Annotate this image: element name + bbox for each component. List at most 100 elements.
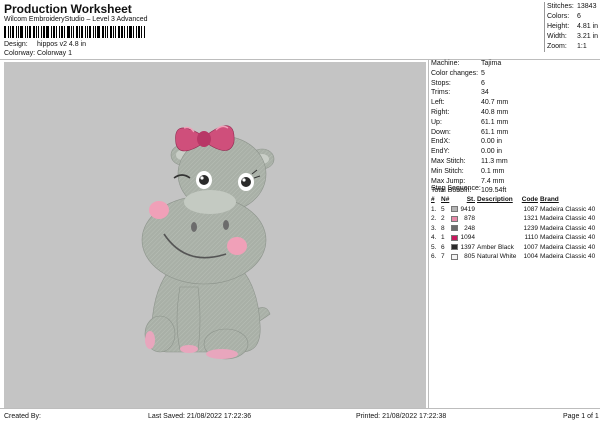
barcode-bar xyxy=(107,26,108,38)
barcode-bar xyxy=(133,26,134,38)
stop-sequence-title: Stop Sequence: xyxy=(431,185,481,192)
created-by: Created By: xyxy=(4,413,41,420)
design-label: Design: xyxy=(4,41,28,48)
design-row: Design: hippos v2 4.8 in xyxy=(4,41,86,48)
barcode-bar xyxy=(110,26,112,38)
machine-row: EndX: 0.00 in xyxy=(431,138,503,146)
stats-panel: Stitches: 13843 Colors: 6 Height: 4.81 in W… xyxy=(544,2,600,52)
machine-row: Trims: 34 xyxy=(431,89,489,97)
stop-sequence-table: # N# St. Description Code Brand 1. 5 9419 1… xyxy=(431,195,600,262)
printed-date: Printed: 21/08/2022 17:22:38 xyxy=(356,413,447,420)
barcode-bar xyxy=(64,26,65,38)
barcode-bar xyxy=(144,26,145,38)
barcode-bar xyxy=(113,26,114,38)
barcode-bar xyxy=(10,26,11,38)
stop-row: 1. 5 9419 1087 Madeira Classic 40 xyxy=(431,205,596,215)
machine-info-panel: Machine: Tajima Color changes: 5 Stops: 6 Trim… xyxy=(431,59,600,196)
color-swatch xyxy=(451,252,460,262)
barcode-bar xyxy=(56,26,57,38)
barcode-bar xyxy=(138,26,140,38)
machine-row: Stops: 6 xyxy=(431,79,485,87)
barcode-bar xyxy=(36,26,37,38)
barcode-bar xyxy=(115,26,116,38)
barcode-bar xyxy=(61,26,63,38)
stop-row: 4. 1 1094 1110 Madeira Classic 40 xyxy=(431,233,596,243)
barcode-bar xyxy=(71,26,72,38)
barcode-bar xyxy=(97,26,100,38)
last-saved: Last Saved: 21/08/2022 17:22:36 xyxy=(148,413,252,420)
stop-row: 3. 8 248 1239 Madeira Classic 40 xyxy=(431,224,596,234)
stats-height: Height: 4.81 in xyxy=(547,23,599,30)
colorway-row: Colorway: Colorway 1 xyxy=(4,50,72,57)
barcode-bar xyxy=(51,26,52,38)
barcode-bar xyxy=(18,26,19,38)
machine-row: Up: 61.1 mm xyxy=(431,118,509,126)
color-swatch xyxy=(451,205,460,215)
machine-row: Right: 40.8 mm xyxy=(431,108,509,116)
stop-sequence-header: # N# St. Description Code Brand xyxy=(431,196,559,203)
barcode-bar xyxy=(85,26,86,38)
barcode-bar xyxy=(79,26,80,38)
machine-row: EndY: 0.00 in xyxy=(431,148,503,156)
machine-row: Left: 40.7 mm xyxy=(431,99,509,107)
barcode-bar xyxy=(4,26,6,38)
barcode-bar xyxy=(43,26,45,38)
color-swatch xyxy=(451,224,460,234)
barcode-bar xyxy=(76,26,78,38)
barcode-bar xyxy=(136,26,137,38)
barcode-bar xyxy=(29,26,31,38)
barcode-bar xyxy=(105,26,106,38)
machine-row: Down: 61.1 mm xyxy=(431,128,509,136)
barcode-bar xyxy=(73,26,74,38)
stats-stitches: Stitches: 13843 xyxy=(547,3,597,10)
design-value: hippos v2 4.8 in xyxy=(37,41,87,48)
barcode-bar xyxy=(12,26,14,38)
barcode-bar xyxy=(16,26,17,38)
stop-row: 2. 2 878 1321 Madeira Classic 40 xyxy=(431,214,596,224)
machine-row: Min Stitch: 0.1 mm xyxy=(431,167,505,175)
barcode-bar xyxy=(53,26,55,38)
barcode-bar xyxy=(33,26,35,38)
barcode-bar xyxy=(95,26,96,38)
stats-zoom: Zoom: 1:1 xyxy=(547,43,587,50)
color-swatch xyxy=(451,214,460,224)
barcode-bar xyxy=(25,26,26,38)
hippo-embroidery-image xyxy=(141,125,275,360)
stop-row: 5. 6 1397 Amber Black 1007 Madeira Classic 40 xyxy=(431,243,596,253)
barcode-bar xyxy=(59,26,60,38)
stats-width: Width: 3.21 in xyxy=(547,33,599,40)
color-swatch xyxy=(451,233,460,243)
page-title: Production Worksheet xyxy=(4,2,132,16)
barcode-bar xyxy=(121,26,123,38)
barcode-bar xyxy=(127,26,128,38)
barcode-bar xyxy=(81,26,83,38)
barcode-bar xyxy=(141,26,142,38)
barcode-bar xyxy=(8,26,9,38)
color-swatch xyxy=(451,243,460,253)
barcode-bar xyxy=(20,26,23,38)
barcode-bar xyxy=(38,26,39,38)
barcode xyxy=(4,26,154,38)
barcode-bar xyxy=(67,26,70,38)
barcode-bar xyxy=(129,26,132,38)
barcode-bar xyxy=(93,26,94,38)
footer: Created By: Last Saved: 21/08/2022 17:22… xyxy=(0,409,600,424)
barcode-bar xyxy=(118,26,120,38)
machine-row: Max Stitch: 11.3 mm xyxy=(431,157,508,165)
software-subtitle: Wilcom EmbroideryStudio – Level 3 Advanc… xyxy=(4,16,148,23)
barcode-bar xyxy=(41,26,42,38)
barcode-bar xyxy=(87,26,88,38)
colorway-label: Colorway: xyxy=(4,50,36,57)
worksheet-header: Production Worksheet Wilcom EmbroiderySt… xyxy=(0,0,600,59)
stop-row: 6. 7 805 Natural White 1004 Madeira Classic 4… xyxy=(431,252,596,262)
barcode-bar xyxy=(89,26,91,38)
stats-colors: Colors: 6 xyxy=(547,13,581,20)
machine-row: Color changes: 5 xyxy=(431,69,485,77)
panel-divider xyxy=(428,59,429,409)
barcode-bar xyxy=(27,26,28,38)
design-preview xyxy=(4,62,426,408)
page-number: Page 1 of 1 xyxy=(563,413,599,420)
barcode-bar xyxy=(46,26,49,38)
barcode-bar xyxy=(124,26,125,38)
barcode-bar xyxy=(102,26,104,38)
